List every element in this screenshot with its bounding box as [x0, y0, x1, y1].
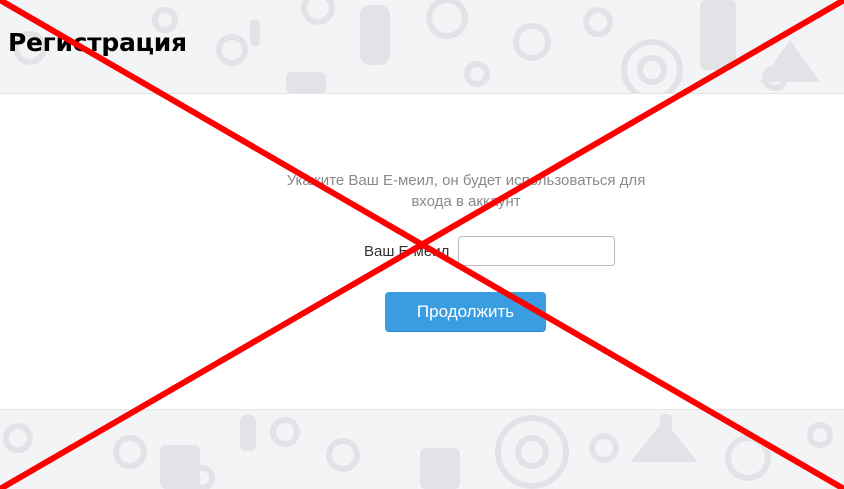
robot-icon [420, 448, 460, 489]
instruction-text: Укажите Ваш Е-меил, он будет использоват… [286, 172, 646, 210]
registration-panel: Укажите Ваш Е-меил, он будет использоват… [0, 93, 844, 410]
email-label: Ваш Е-меил [364, 242, 450, 260]
gear-icon [807, 422, 833, 448]
page-title: Регистрация [8, 28, 187, 57]
wheel-icon [515, 435, 549, 469]
wheel-icon [495, 415, 569, 489]
gear-icon [270, 417, 300, 447]
gear-icon [725, 435, 771, 481]
email-row: Ваш Е-меил [340, 236, 616, 266]
email-field[interactable] [458, 236, 616, 266]
continue-button[interactable]: Продолжить [385, 292, 546, 331]
gear-icon [326, 438, 360, 472]
robot-icon [240, 415, 256, 451]
scale-icon [630, 420, 698, 462]
gear-icon [589, 433, 619, 463]
gear-icon [3, 423, 33, 453]
gear-icon [113, 435, 147, 469]
page-header: Регистрация [0, 0, 844, 93]
robot-icon [160, 445, 200, 489]
